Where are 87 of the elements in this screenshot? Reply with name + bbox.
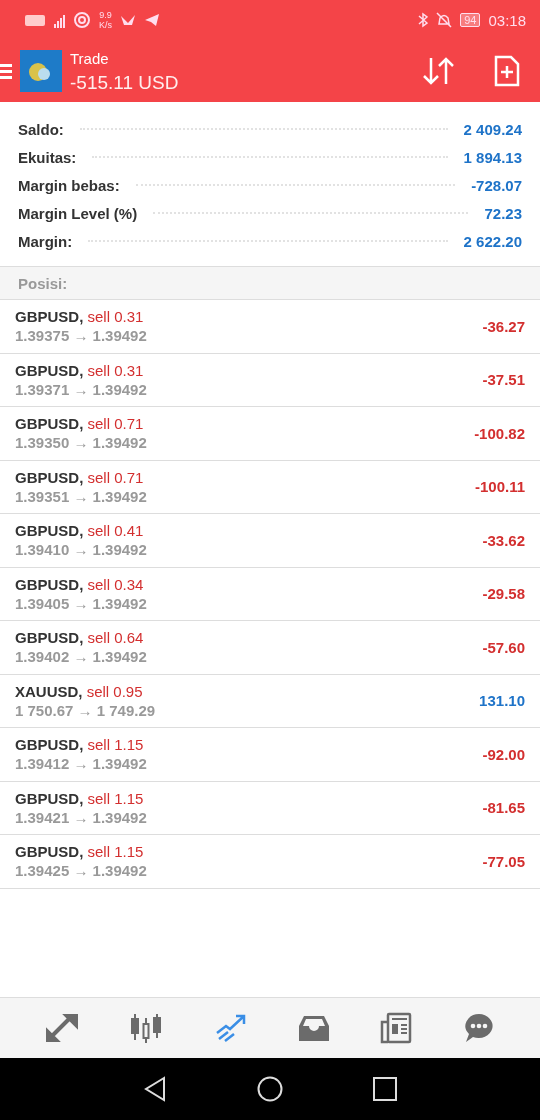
position-profit: -33.62 xyxy=(482,531,525,549)
clock: 03:18 xyxy=(488,11,526,29)
position-order: sell 0.34 xyxy=(87,575,144,593)
position-row[interactable]: GBPUSD, sell 0.31 1.39375 → 1.39492 -36.27 xyxy=(0,300,540,354)
account-label: Ekuitas: xyxy=(18,148,77,166)
position-symbol: GBPUSD, xyxy=(15,415,84,433)
account-label: Margin: xyxy=(18,232,73,250)
position-row[interactable]: GBPUSD, sell 0.71 1.39351 → 1.39492 -100.11 xyxy=(0,460,540,514)
position-row[interactable]: GBPUSD, sell 0.31 1.39371 → 1.39492 -37.51 xyxy=(0,353,540,407)
position-symbol: GBPUSD, xyxy=(15,308,84,326)
position-row[interactable]: GBPUSD, sell 1.15 1.39425 → 1.39492 -77.05 xyxy=(0,835,540,889)
position-order: sell 1.15 xyxy=(87,789,144,807)
chat-icon[interactable] xyxy=(462,1012,495,1044)
position-prices: 1.39425 → 1.39492 xyxy=(15,861,148,881)
position-profit: -57.60 xyxy=(482,638,525,656)
back-icon[interactable] xyxy=(143,1076,167,1102)
position-symbol: GBPUSD, xyxy=(15,736,84,754)
position-prices: 1.39405 → 1.39492 xyxy=(15,593,148,613)
position-symbol: GBPUSD, xyxy=(15,522,84,540)
position-order: sell 0.31 xyxy=(87,361,144,379)
position-profit: -100.82 xyxy=(474,424,525,442)
new-order-icon[interactable] xyxy=(494,55,520,87)
position-order: sell 0.71 xyxy=(87,415,144,433)
position-profit: -100.11 xyxy=(474,478,525,496)
speed-unit: K/s xyxy=(99,20,112,30)
position-symbol: XAUUSD, xyxy=(15,682,83,700)
home-icon[interactable] xyxy=(257,1076,283,1102)
position-row[interactable]: GBPUSD, sell 0.41 1.39410 → 1.39492 -33.62 xyxy=(0,514,540,568)
speed-value: 9.9 xyxy=(99,10,112,20)
position-profit: -37.51 xyxy=(482,371,525,389)
position-order: sell 0.41 xyxy=(87,522,144,540)
battery-level: 94 xyxy=(460,13,481,27)
position-symbol: GBPUSD, xyxy=(15,468,84,486)
position-profit: -29.58 xyxy=(482,585,525,603)
position-row[interactable]: GBPUSD, sell 0.34 1.39405 → 1.39492 -29.58 xyxy=(0,567,540,621)
sort-icon[interactable] xyxy=(422,56,456,86)
account-label: Margin bebas: xyxy=(18,176,120,194)
position-symbol: GBPUSD, xyxy=(15,789,84,807)
position-order: sell 0.64 xyxy=(87,629,144,647)
position-prices: 1.39402 → 1.39492 xyxy=(15,647,148,667)
hotspot-icon xyxy=(73,11,91,29)
position-profit: -77.05 xyxy=(482,852,525,870)
position-order: sell 0.95 xyxy=(86,682,143,700)
position-row[interactable]: GBPUSD, sell 1.15 1.39412 → 1.39492 -92.00 xyxy=(0,728,540,782)
position-row[interactable]: GBPUSD, sell 1.15 1.39421 → 1.39492 -81.65 xyxy=(0,781,540,835)
position-prices: 1.39375 → 1.39492 xyxy=(15,326,148,346)
app-logo-icon xyxy=(20,50,62,92)
position-row[interactable]: GBPUSD, sell 0.64 1.39402 → 1.39492 -57.60 xyxy=(0,621,540,675)
position-order: sell 1.15 xyxy=(87,843,144,861)
signal-icon xyxy=(54,12,65,28)
position-prices: 1.39351 → 1.39492 xyxy=(15,486,148,506)
position-prices: 1.39412 → 1.39492 xyxy=(15,754,148,774)
account-value: -728.07 xyxy=(471,176,522,194)
position-profit: -92.00 xyxy=(482,745,525,763)
account-value: 2 622.20 xyxy=(463,232,522,250)
newspaper-icon[interactable] xyxy=(380,1012,413,1044)
position-prices: 1 750.67 → 1 749.29 xyxy=(15,700,157,720)
position-prices: 1.39371 → 1.39492 xyxy=(15,379,148,399)
position-order: sell 0.31 xyxy=(87,308,144,326)
position-symbol: GBPUSD, xyxy=(15,361,84,379)
position-row[interactable]: XAUUSD, sell 0.95 1 750.67 → 1 749.29 131.10 xyxy=(0,674,540,728)
candlestick-icon[interactable] xyxy=(129,1012,164,1044)
account-value: 1 894.13 xyxy=(463,148,522,166)
position-prices: 1.39421 → 1.39492 xyxy=(15,807,148,827)
position-symbol: GBPUSD, xyxy=(15,575,84,593)
account-value: 2 409.24 xyxy=(463,120,522,138)
screen-title: Trade xyxy=(70,49,110,69)
account-label: Saldo: xyxy=(18,120,64,138)
position-profit: -36.27 xyxy=(482,317,525,335)
position-row[interactable]: GBPUSD, sell 0.71 1.39350 → 1.39492 -100.82 xyxy=(0,407,540,461)
position-order: sell 1.15 xyxy=(87,736,144,754)
diagonal-arrows-icon[interactable] xyxy=(45,1013,80,1043)
position-symbol: GBPUSD, xyxy=(15,629,84,647)
position-order: sell 0.71 xyxy=(87,468,144,486)
bluetooth-icon xyxy=(418,12,429,28)
recents-icon[interactable] xyxy=(373,1077,397,1101)
position-profit: 131.10 xyxy=(479,692,525,710)
menu-icon[interactable] xyxy=(0,61,12,81)
account-profit: -515.11 USD xyxy=(70,71,180,95)
inbox-icon[interactable] xyxy=(298,1013,331,1043)
account-label: Margin Level (%) xyxy=(18,204,138,222)
position-prices: 1.39410 → 1.39492 xyxy=(15,540,148,560)
position-symbol: GBPUSD, xyxy=(15,843,84,861)
position-profit: -81.65 xyxy=(482,799,525,817)
section-title: Posisi: xyxy=(18,274,68,292)
account-value: 72.23 xyxy=(484,204,522,222)
position-prices: 1.39350 → 1.39492 xyxy=(15,433,148,453)
